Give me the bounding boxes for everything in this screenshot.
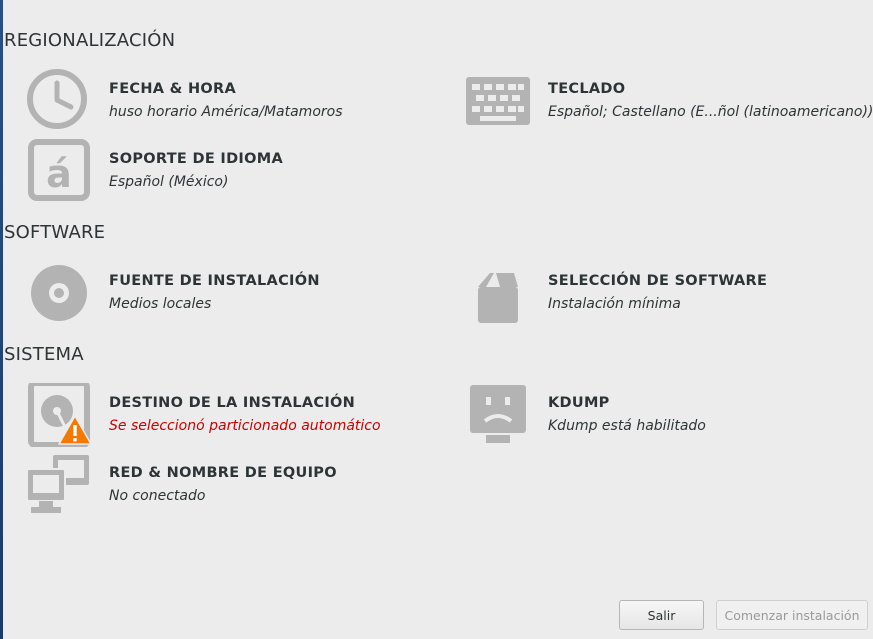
spoke-status: Español (México) (109, 174, 229, 190)
package-icon (478, 273, 518, 323)
spoke-title: FUENTE DE INSTALACIÓN (109, 273, 320, 289)
spoke-title: KDUMP (548, 395, 610, 411)
spoke-status: Instalación mínima (548, 296, 681, 312)
spoke-installation-destination[interactable]: DESTINO DE LA INSTALACIÓN Se seleccionó … (27, 383, 407, 447)
spoke-network-hostname[interactable]: RED & NOMBRE DE EQUIPO No conectado (27, 453, 387, 517)
quit-button[interactable]: Salir (619, 600, 704, 630)
spoke-title: RED & NOMBRE DE EQUIPO (109, 465, 337, 481)
spoke-title: SELECCIÓN DE SOFTWARE (548, 273, 768, 289)
language-icon: á (28, 139, 90, 201)
spoke-title: SOPORTE DE IDIOMA (109, 151, 283, 167)
spoke-status: No conectado (109, 488, 206, 504)
section-system: SISTEMA (4, 344, 84, 365)
spoke-status-warning: Se seleccionó particionado automático (109, 418, 381, 434)
section-regionalization: REGIONALIZACIÓN (4, 30, 176, 51)
svg-text:á: á (46, 152, 72, 196)
section-software: SOFTWARE (4, 222, 106, 243)
network-icon (27, 455, 89, 513)
clock-icon (27, 69, 87, 129)
spoke-title: FECHA & HORA (109, 81, 236, 97)
spoke-title: TECLADO (548, 81, 626, 97)
disc-icon (31, 265, 87, 321)
keyboard-icon (466, 77, 530, 125)
spoke-status: Español; Castellano (E...ñol (latinoamer… (548, 104, 873, 120)
warning-icon (58, 415, 92, 445)
spoke-status: huso horario América/Matamoros (109, 104, 343, 120)
spoke-software-selection[interactable]: SELECCIÓN DE SOFTWARE Instalación mínima (466, 261, 866, 325)
spoke-status: Kdump está habilitado (548, 418, 706, 434)
kdump-icon (470, 385, 526, 443)
begin-installation-button[interactable]: Comenzar instalación (716, 600, 868, 630)
spoke-title: DESTINO DE LA INSTALACIÓN (109, 395, 356, 411)
spoke-date-time[interactable]: FECHA & HORA huso horario América/Matamo… (27, 69, 387, 133)
spoke-keyboard[interactable]: TECLADO Español; Castellano (E...ñol (la… (466, 69, 873, 133)
window-left-edge (0, 0, 3, 639)
spoke-language-support[interactable]: á SOPORTE DE IDIOMA Español (México) (27, 139, 387, 203)
spoke-status: Medios locales (109, 296, 212, 312)
spoke-kdump[interactable]: KDUMP Kdump está habilitado (466, 383, 826, 447)
spoke-installation-source[interactable]: FUENTE DE INSTALACIÓN Medios locales (27, 261, 387, 325)
